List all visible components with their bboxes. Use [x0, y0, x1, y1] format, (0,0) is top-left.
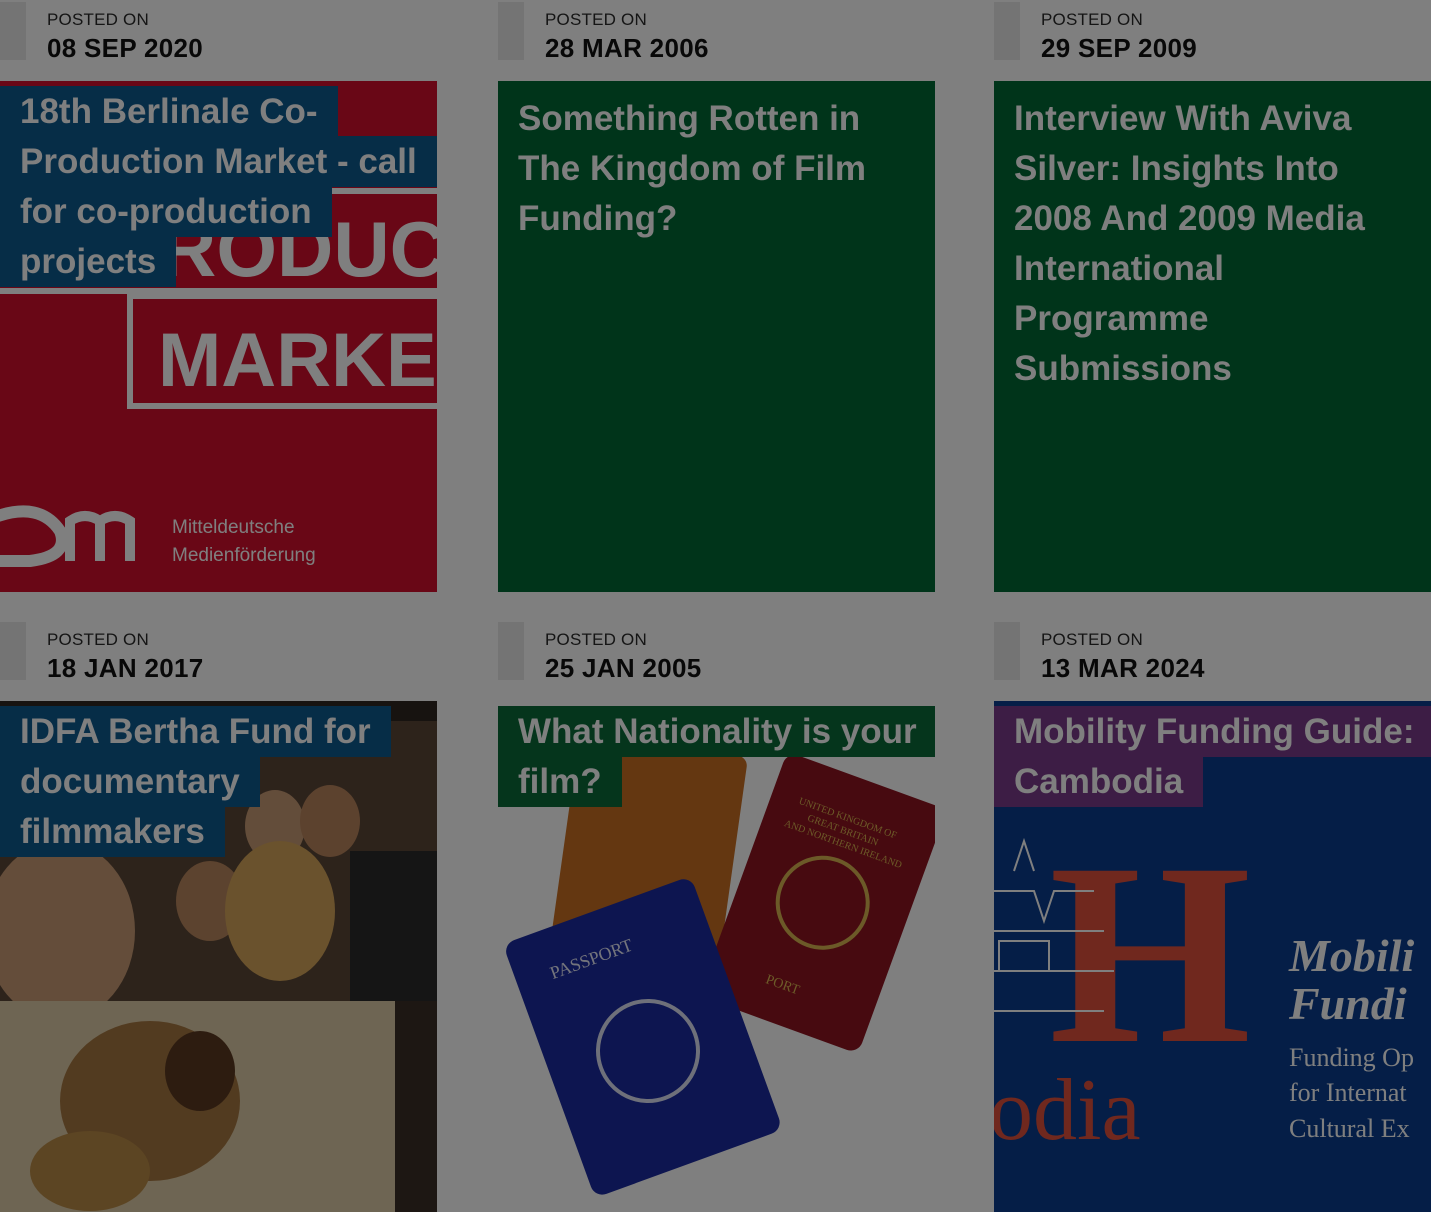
post-title[interactable]: IDFA Bertha Fund for documentary filmmak… [0, 706, 391, 857]
post-meta: POSTED ON 18 JAN 2017 [0, 620, 437, 701]
brand-text-2: Medienförderung [172, 545, 316, 566]
image-text-market: MARKET [158, 318, 437, 403]
meta-accent-bar [0, 622, 26, 680]
post-title-wrap: What Nationality is your film? [498, 706, 935, 807]
post-thumbnail[interactable]: Something Rotten in The Kingdom of Film … [498, 81, 935, 592]
post-title[interactable]: Something Rotten in The Kingdom of Film … [518, 94, 918, 244]
post-thumbnail[interactable]: Interview With Aviva Silver: Insights In… [994, 81, 1431, 592]
meta-accent-bar [498, 622, 524, 680]
post-thumbnail[interactable]: IDFA Bertha Fund for documentary filmmak… [0, 701, 437, 1212]
meta-accent-bar [994, 2, 1020, 60]
post-card[interactable]: POSTED ON 13 MAR 2024 H odia Mobili Fund… [994, 620, 1431, 1212]
post-grid: POSTED ON 08 SEP 2020 RODUCT MARKET Mitt… [0, 0, 1431, 1212]
post-thumbnail[interactable]: H odia Mobili Fundi Funding Op for Inter… [994, 701, 1431, 1212]
guide-headline-2: Fundi [1288, 978, 1407, 1029]
post-card[interactable]: POSTED ON 25 JAN 2005 UNITED KINGDOM OF … [498, 620, 935, 1212]
meta-accent-bar [0, 2, 26, 60]
meta-accent-bar [994, 622, 1020, 680]
guide-sub-3: Cultural Ex [1289, 1114, 1410, 1143]
post-thumbnail[interactable]: RODUCT MARKET Mitteldeutsche Medienförde… [0, 81, 437, 592]
post-meta: POSTED ON 25 JAN 2005 [498, 620, 935, 701]
post-date: 25 JAN 2005 [545, 653, 702, 683]
guide-sub-2: for Internat [1289, 1078, 1407, 1107]
posted-on-label: POSTED ON [47, 10, 149, 29]
post-thumbnail[interactable]: UNITED KINGDOM OF GREAT BRITAIN AND NORT… [498, 701, 935, 1212]
post-card[interactable]: POSTED ON 08 SEP 2020 RODUCT MARKET Mitt… [0, 0, 437, 592]
post-meta: POSTED ON 29 SEP 2009 [994, 0, 1431, 81]
cambodia-country-text: odia [994, 1062, 1141, 1159]
brand-text-1: Mitteldeutsche [172, 517, 295, 538]
post-card[interactable]: POSTED ON 18 JAN 2017 IDFA Bertha Fund f… [0, 620, 437, 1212]
post-title[interactable]: 18th Berlinale Co-Production Market - ca… [0, 86, 437, 287]
guide-sub-1: Funding Op [1289, 1043, 1414, 1072]
cambodia-big-letter: H [1049, 810, 1251, 1098]
posted-on-label: POSTED ON [47, 630, 149, 649]
post-date: 28 MAR 2006 [545, 33, 709, 63]
post-date: 08 SEP 2020 [47, 33, 204, 63]
post-meta: POSTED ON 13 MAR 2024 [994, 620, 1431, 701]
post-title-wrap: 18th Berlinale Co-Production Market - ca… [0, 86, 437, 287]
post-title[interactable]: Mobility Funding Guide: Cambodia [994, 706, 1431, 807]
post-meta: POSTED ON 08 SEP 2020 [0, 0, 437, 81]
post-title-wrap: Mobility Funding Guide: Cambodia [994, 706, 1431, 807]
posted-on-label: POSTED ON [545, 630, 647, 649]
guide-headline-1: Mobili [1288, 930, 1414, 981]
post-meta: POSTED ON 28 MAR 2006 [498, 0, 935, 81]
post-title[interactable]: What Nationality is your film? [498, 706, 935, 807]
post-date: 13 MAR 2024 [1041, 653, 1205, 683]
meta-accent-bar [498, 2, 524, 60]
post-title[interactable]: Interview With Aviva Silver: Insights In… [1014, 94, 1414, 394]
posted-on-label: POSTED ON [545, 10, 647, 29]
posted-on-label: POSTED ON [1041, 10, 1143, 29]
post-card[interactable]: POSTED ON 28 MAR 2006 Something Rotten i… [498, 0, 935, 592]
posted-on-label: POSTED ON [1041, 630, 1143, 649]
post-date: 29 SEP 2009 [1041, 33, 1198, 63]
post-card[interactable]: POSTED ON 29 SEP 2009 Interview With Avi… [994, 0, 1431, 592]
post-title-wrap: IDFA Bertha Fund for documentary filmmak… [0, 706, 430, 857]
post-date: 18 JAN 2017 [47, 653, 204, 683]
